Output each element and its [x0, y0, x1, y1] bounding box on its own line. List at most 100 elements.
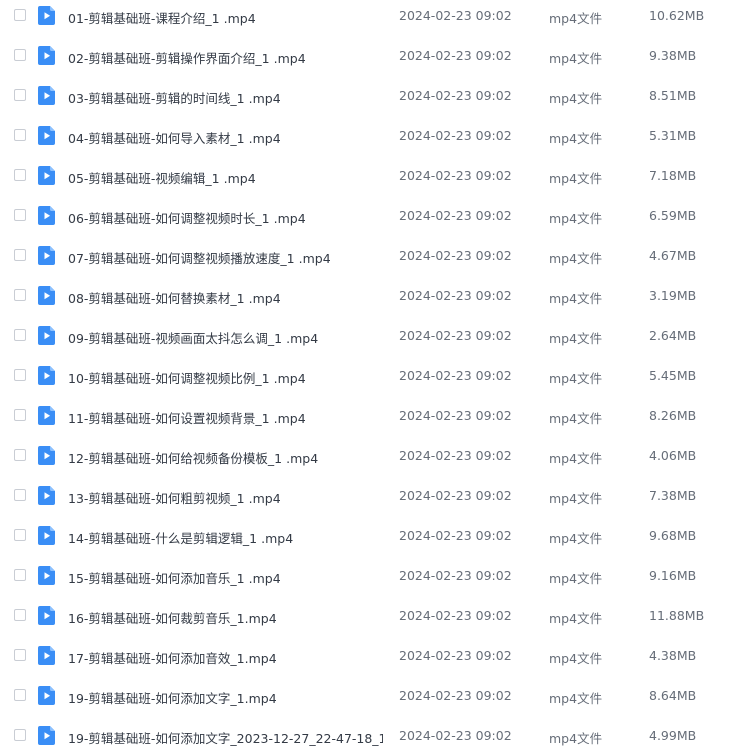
file-type: mp4文件 — [549, 251, 603, 266]
video-file-icon — [38, 566, 56, 585]
video-file-icon — [38, 246, 56, 265]
checkbox[interactable] — [14, 369, 26, 381]
file-size: 8.64MB — [649, 688, 697, 703]
file-size: 3.19MB — [649, 288, 697, 303]
file-name[interactable]: 16-剪辑基础班-如何裁剪音乐_1.mp4 — [68, 608, 383, 627]
file-name[interactable]: 11-剪辑基础班-如何设置视频背景_1 .mp4 — [68, 408, 383, 427]
file-type: mp4文件 — [549, 451, 603, 466]
checkbox[interactable] — [14, 289, 26, 301]
file-type: mp4文件 — [549, 691, 603, 706]
file-date: 2024-02-23 09:02 — [399, 168, 512, 183]
file-type: mp4文件 — [549, 291, 603, 306]
file-list: 01-剪辑基础班-课程介绍_1 .mp4 2024-02-23 09:02 mp… — [0, 0, 729, 756]
file-row[interactable]: 09-剪辑基础班-视频画面太抖怎么调_1 .mp4 2024-02-23 09:… — [0, 316, 729, 356]
file-row[interactable]: 11-剪辑基础班-如何设置视频背景_1 .mp4 2024-02-23 09:0… — [0, 396, 729, 436]
file-name[interactable]: 07-剪辑基础班-如何调整视频播放速度_1 .mp4 — [68, 248, 383, 267]
file-type: mp4文件 — [549, 131, 603, 146]
video-file-icon — [38, 86, 56, 105]
checkbox[interactable] — [14, 649, 26, 661]
file-date: 2024-02-23 09:02 — [399, 48, 512, 63]
file-row[interactable]: 07-剪辑基础班-如何调整视频播放速度_1 .mp4 2024-02-23 09… — [0, 236, 729, 276]
file-row[interactable]: 03-剪辑基础班-剪辑的时间线_1 .mp4 2024-02-23 09:02 … — [0, 76, 729, 116]
checkbox[interactable] — [14, 9, 26, 21]
file-date: 2024-02-23 09:02 — [399, 208, 512, 223]
file-name[interactable]: 10-剪辑基础班-如何调整视频比例_1 .mp4 — [68, 368, 383, 387]
file-size: 9.16MB — [649, 568, 697, 583]
file-size: 5.45MB — [649, 368, 697, 383]
checkbox[interactable] — [14, 209, 26, 221]
file-row[interactable]: 06-剪辑基础班-如何调整视频时长_1 .mp4 2024-02-23 09:0… — [0, 196, 729, 236]
file-type: mp4文件 — [549, 411, 603, 426]
file-date: 2024-02-23 09:02 — [399, 328, 512, 343]
file-name[interactable]: 01-剪辑基础班-课程介绍_1 .mp4 — [68, 8, 383, 27]
video-file-icon — [38, 726, 56, 745]
checkbox[interactable] — [14, 729, 26, 741]
file-type: mp4文件 — [549, 371, 603, 386]
file-name[interactable]: 08-剪辑基础班-如何替换素材_1 .mp4 — [68, 288, 383, 307]
checkbox[interactable] — [14, 249, 26, 261]
file-row[interactable]: 10-剪辑基础班-如何调整视频比例_1 .mp4 2024-02-23 09:0… — [0, 356, 729, 396]
file-row[interactable]: 05-剪辑基础班-视频编辑_1 .mp4 2024-02-23 09:02 mp… — [0, 156, 729, 196]
file-name[interactable]: 19-剪辑基础班-如何添加文字_1.mp4 — [68, 688, 383, 707]
file-name[interactable]: 06-剪辑基础班-如何调整视频时长_1 .mp4 — [68, 208, 383, 227]
video-file-icon — [38, 606, 56, 625]
file-type: mp4文件 — [549, 531, 603, 546]
file-name[interactable]: 14-剪辑基础班-什么是剪辑逻辑_1 .mp4 — [68, 528, 383, 547]
file-name[interactable]: 12-剪辑基础班-如何给视频备份模板_1 .mp4 — [68, 448, 383, 467]
file-row[interactable]: 12-剪辑基础班-如何给视频备份模板_1 .mp4 2024-02-23 09:… — [0, 436, 729, 476]
checkbox[interactable] — [14, 329, 26, 341]
file-size: 4.38MB — [649, 648, 697, 663]
file-row[interactable]: 15-剪辑基础班-如何添加音乐_1 .mp4 2024-02-23 09:02 … — [0, 556, 729, 596]
checkbox[interactable] — [14, 569, 26, 581]
file-type: mp4文件 — [549, 651, 603, 666]
file-row[interactable]: 04-剪辑基础班-如何导入素材_1 .mp4 2024-02-23 09:02 … — [0, 116, 729, 156]
file-type: mp4文件 — [549, 611, 603, 626]
checkbox[interactable] — [14, 49, 26, 61]
video-file-icon — [38, 286, 56, 305]
file-name[interactable]: 02-剪辑基础班-剪辑操作界面介绍_1 .mp4 — [68, 48, 383, 67]
checkbox[interactable] — [14, 449, 26, 461]
file-row[interactable]: 16-剪辑基础班-如何裁剪音乐_1.mp4 2024-02-23 09:02 m… — [0, 596, 729, 636]
file-row[interactable]: 13-剪辑基础班-如何粗剪视频_1 .mp4 2024-02-23 09:02 … — [0, 476, 729, 516]
checkbox[interactable] — [14, 489, 26, 501]
file-row[interactable]: 14-剪辑基础班-什么是剪辑逻辑_1 .mp4 2024-02-23 09:02… — [0, 516, 729, 556]
file-type: mp4文件 — [549, 211, 603, 226]
checkbox[interactable] — [14, 609, 26, 621]
video-file-icon — [38, 166, 56, 185]
file-row[interactable]: 19-剪辑基础班-如何添加文字_2023-12-27_22-47-18_1...… — [0, 716, 729, 756]
checkbox[interactable] — [14, 529, 26, 541]
file-size: 7.18MB — [649, 168, 697, 183]
file-row[interactable]: 01-剪辑基础班-课程介绍_1 .mp4 2024-02-23 09:02 mp… — [0, 0, 729, 36]
file-name[interactable]: 17-剪辑基础班-如何添加音效_1.mp4 — [68, 648, 383, 667]
video-file-icon — [38, 6, 56, 25]
file-row[interactable]: 17-剪辑基础班-如何添加音效_1.mp4 2024-02-23 09:02 m… — [0, 636, 729, 676]
video-file-icon — [38, 326, 56, 345]
file-date: 2024-02-23 09:02 — [399, 448, 512, 463]
file-name[interactable]: 15-剪辑基础班-如何添加音乐_1 .mp4 — [68, 568, 383, 587]
file-date: 2024-02-23 09:02 — [399, 128, 512, 143]
checkbox[interactable] — [14, 89, 26, 101]
checkbox[interactable] — [14, 129, 26, 141]
file-name[interactable]: 19-剪辑基础班-如何添加文字_2023-12-27_22-47-18_1...… — [68, 728, 383, 747]
file-name[interactable]: 13-剪辑基础班-如何粗剪视频_1 .mp4 — [68, 488, 383, 507]
checkbox[interactable] — [14, 689, 26, 701]
file-size: 8.26MB — [649, 408, 697, 423]
file-type: mp4文件 — [549, 51, 603, 66]
file-type: mp4文件 — [549, 331, 603, 346]
file-row[interactable]: 19-剪辑基础班-如何添加文字_1.mp4 2024-02-23 09:02 m… — [0, 676, 729, 716]
file-date: 2024-02-23 09:02 — [399, 728, 512, 743]
checkbox[interactable] — [14, 409, 26, 421]
file-size: 9.38MB — [649, 48, 697, 63]
file-size: 5.31MB — [649, 128, 697, 143]
file-type: mp4文件 — [549, 91, 603, 106]
file-name[interactable]: 05-剪辑基础班-视频编辑_1 .mp4 — [68, 168, 383, 187]
file-date: 2024-02-23 09:02 — [399, 608, 512, 623]
file-size: 4.99MB — [649, 728, 697, 743]
file-row[interactable]: 08-剪辑基础班-如何替换素材_1 .mp4 2024-02-23 09:02 … — [0, 276, 729, 316]
file-name[interactable]: 04-剪辑基础班-如何导入素材_1 .mp4 — [68, 128, 383, 147]
file-name[interactable]: 03-剪辑基础班-剪辑的时间线_1 .mp4 — [68, 88, 383, 107]
checkbox[interactable] — [14, 169, 26, 181]
file-name[interactable]: 09-剪辑基础班-视频画面太抖怎么调_1 .mp4 — [68, 328, 383, 347]
file-date: 2024-02-23 09:02 — [399, 288, 512, 303]
file-row[interactable]: 02-剪辑基础班-剪辑操作界面介绍_1 .mp4 2024-02-23 09:0… — [0, 36, 729, 76]
